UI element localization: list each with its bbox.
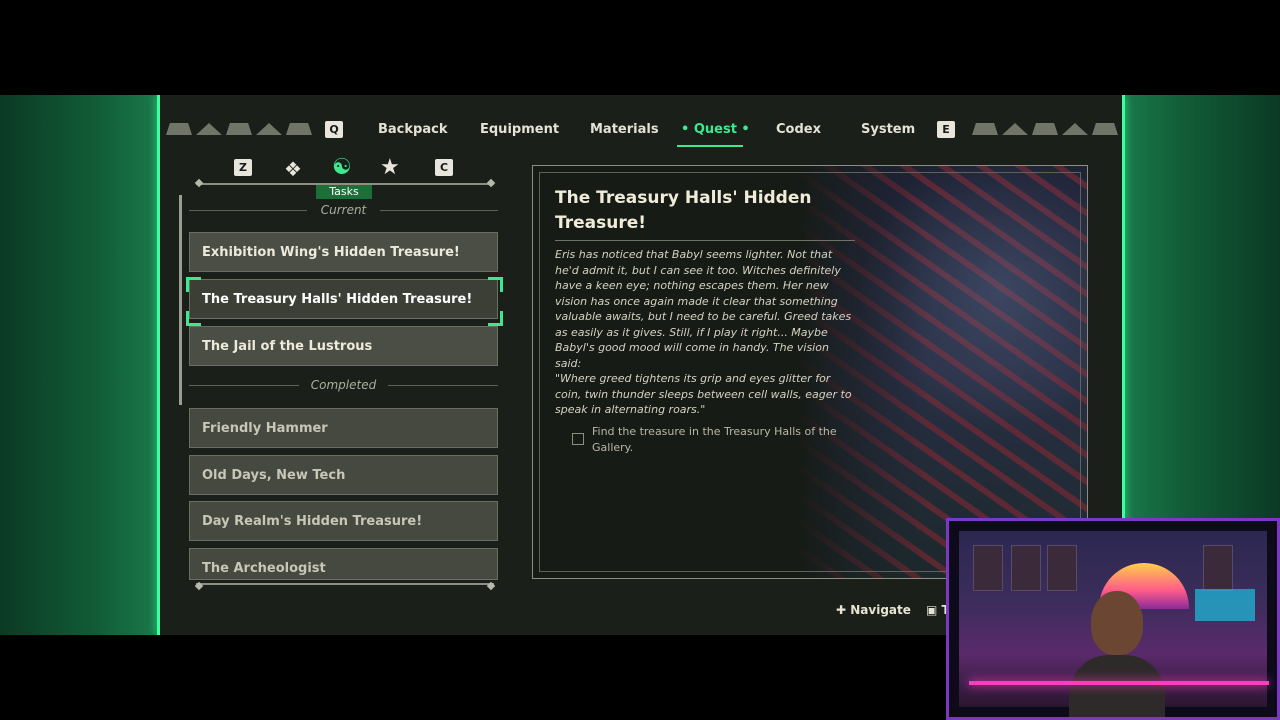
star-icon[interactable]: ★ [380, 155, 400, 180]
prev-subtab-key[interactable]: Z [234, 159, 252, 176]
wall-poster [1047, 545, 1077, 591]
completed-quest-item[interactable]: Old Days, New Tech [189, 455, 498, 495]
current-section-header: Current [189, 203, 498, 217]
selection-corner [186, 311, 201, 326]
list-bottom-rail [196, 583, 494, 585]
quest-item[interactable]: The Jail of the Lustrous [189, 326, 498, 366]
next-tab-key[interactable]: E [937, 121, 955, 138]
quest-description: Eris has noticed that Babyl seems lighte… [555, 248, 852, 370]
subtab-rail [196, 183, 494, 185]
quest-item-label: The Treasury Halls' Hidden Treasure! [202, 292, 473, 307]
completed-section-label: Completed [310, 378, 377, 392]
objective-checkbox [572, 433, 584, 445]
dpad-icon: ✚ [836, 603, 847, 617]
prev-tab-key[interactable]: Q [325, 121, 343, 138]
link-icon[interactable]: ❖ [284, 157, 302, 181]
tab-system[interactable]: System [861, 122, 915, 137]
tab-backpack[interactable]: Backpack [378, 122, 447, 137]
left-ornament [166, 123, 312, 137]
objective-text: Find the treasure in the Treasury Halls … [592, 425, 837, 454]
wall-poster [1203, 545, 1233, 591]
next-subtab-key[interactable]: C [435, 159, 453, 176]
streamer-person [1069, 591, 1165, 717]
streamer-webcam [946, 518, 1280, 720]
top-nav: Q Backpack Equipment Materials • Quest •… [160, 115, 1122, 147]
title-divider [555, 240, 855, 241]
completed-quest-item[interactable]: The Archeologist [189, 548, 498, 580]
selection-corner [186, 277, 201, 292]
streamer-head [1091, 591, 1143, 655]
list-scrollbar[interactable] [179, 195, 182, 405]
quest-item-selected[interactable]: The Treasury Halls' Hidden Treasure! [189, 279, 498, 319]
completed-quest-item[interactable]: Day Realm's Hidden Treasure! [189, 501, 498, 541]
wall-poster [973, 545, 1003, 591]
selection-corner [488, 277, 503, 292]
tab-equipment[interactable]: Equipment [480, 122, 559, 137]
quest-vision-quote: "Where greed tightens its grip and eyes … [555, 372, 852, 416]
pc-monitor [1195, 589, 1255, 621]
navigate-hint: ✚ Navigate [836, 603, 911, 617]
completed-quest-item[interactable]: Friendly Hammer [189, 408, 498, 448]
streamer-body [1069, 655, 1165, 717]
navigate-hint-label: Navigate [850, 603, 911, 617]
track-key-icon: ▣ [926, 603, 938, 617]
selection-corner [488, 311, 503, 326]
left-glow-border [0, 95, 160, 635]
right-ornament [972, 123, 1118, 137]
quest-item[interactable]: Exhibition Wing's Hidden Treasure! [189, 232, 498, 272]
active-tab-underline [677, 145, 743, 147]
tab-codex[interactable]: Codex [776, 122, 821, 137]
quest-title: The Treasury Halls' Hidden Treasure! [555, 188, 812, 233]
tasks-icon[interactable]: ☯ [332, 155, 352, 180]
tab-materials[interactable]: Materials [590, 122, 659, 137]
tab-quest[interactable]: • Quest • [681, 122, 750, 137]
current-section-label: Current [320, 203, 367, 217]
completed-section-header: Completed [189, 378, 498, 392]
neon-light-strip [969, 681, 1269, 685]
wall-poster [1011, 545, 1041, 591]
active-subtab-label: Tasks [316, 184, 372, 199]
webcam-feed [959, 531, 1269, 717]
